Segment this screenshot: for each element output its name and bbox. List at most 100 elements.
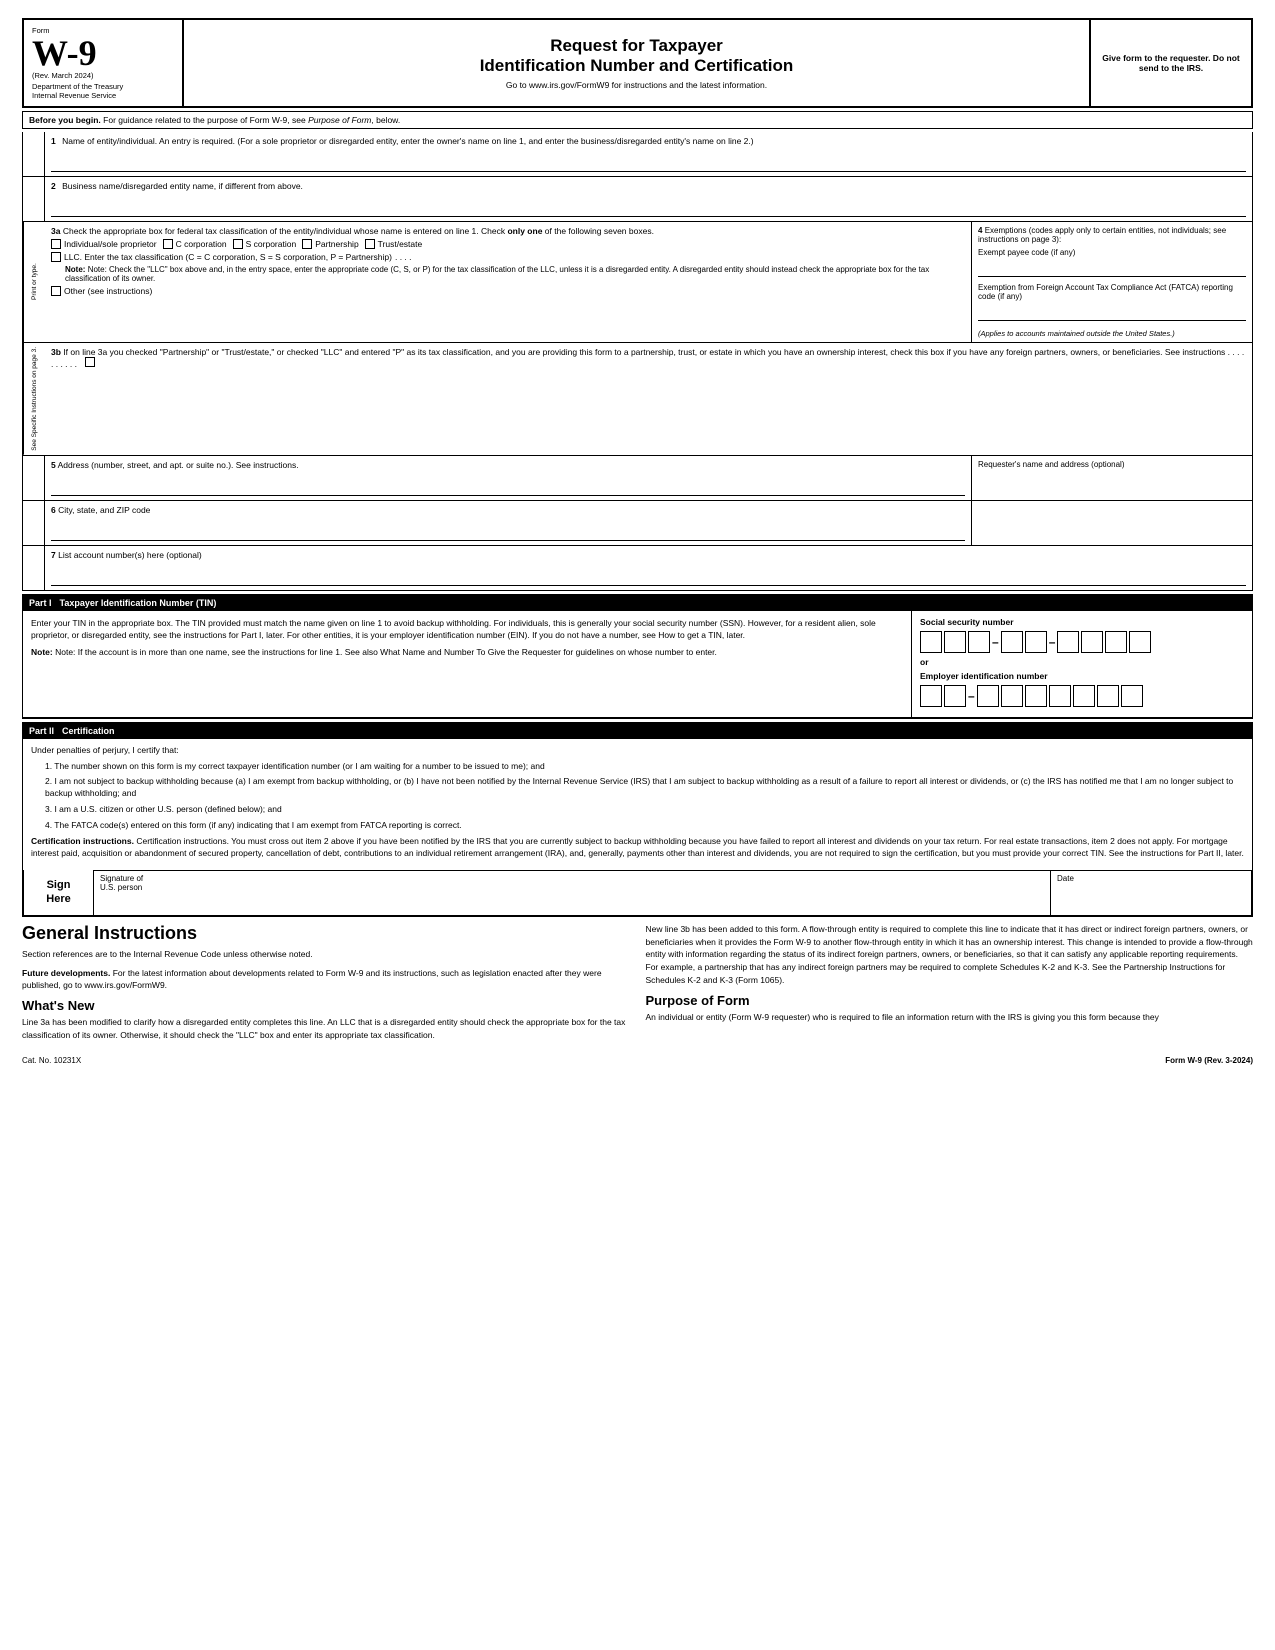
ssn-d7[interactable]	[1081, 631, 1103, 653]
field7-label: List account number(s) here (optional)	[58, 550, 202, 560]
future-dev-bold: Future developments.	[22, 968, 110, 978]
field3b-num: 3b	[51, 347, 61, 357]
irs: Internal Revenue Service	[32, 91, 174, 100]
sig-of: Signature of	[100, 874, 143, 883]
row-3b: See Specific Instructions on page 3. 3b …	[23, 343, 1252, 456]
date-line[interactable]	[1057, 883, 1245, 903]
cb-other[interactable]: Other (see instructions)	[51, 286, 152, 296]
field7-num: 7	[51, 550, 56, 560]
field1-num: 1	[51, 136, 56, 146]
gen-left: General Instructions Section references …	[22, 923, 630, 1048]
cb-individual-box[interactable]	[51, 239, 61, 249]
ein-d9[interactable]	[1121, 685, 1143, 707]
cb-scorp[interactable]: S corporation	[233, 239, 297, 249]
ein-label: Employer identification number	[920, 671, 1244, 681]
ein-d3[interactable]	[977, 685, 999, 707]
cb-ccorp[interactable]: C corporation	[163, 239, 227, 249]
before-begin: Before you begin. For guidance related t…	[22, 111, 1253, 129]
cert-instructions: Certification instructions. Certificatio…	[31, 836, 1244, 860]
ein-d8[interactable]	[1097, 685, 1119, 707]
field4-applies: (Applies to accounts maintained outside …	[978, 329, 1246, 338]
side-space-6	[23, 501, 45, 545]
field1-input[interactable]	[51, 148, 1246, 172]
general-section: General Instructions Section references …	[22, 923, 1253, 1048]
field5-requester: Requester's name and address (optional)	[972, 456, 1252, 500]
whats-new-title: What's New	[22, 998, 630, 1013]
field4-exempt-input[interactable]	[978, 259, 1246, 277]
field4-fatca-input[interactable]	[978, 303, 1246, 321]
ssn-d3[interactable]	[968, 631, 990, 653]
ein-d7[interactable]	[1073, 685, 1095, 707]
part1-header: Part I Taxpayer Identification Number (T…	[23, 595, 1252, 611]
field3a-area: 3a Check the appropriate box for federal…	[45, 222, 972, 342]
ssn-d6[interactable]	[1057, 631, 1079, 653]
signature-line[interactable]	[100, 892, 1044, 912]
cb-llc-box[interactable]	[51, 252, 61, 262]
ssn-d8[interactable]	[1105, 631, 1127, 653]
sign-fields: Signature of U.S. person Date	[94, 870, 1251, 915]
tin-right: Social security number – – or Employer i…	[912, 611, 1252, 717]
page: Form W-9 (Rev. March 2024) Department of…	[0, 0, 1275, 1650]
row-3a-4: Print or type. 3a Check the appropriate …	[23, 222, 1252, 343]
ein-d5[interactable]	[1025, 685, 1047, 707]
note-label: Note:	[65, 265, 85, 274]
part1-title: Taxpayer Identification Number (TIN)	[60, 598, 217, 608]
ssn-d9[interactable]	[1129, 631, 1151, 653]
row-1: 1 Name of entity/individual. An entry is…	[23, 132, 1252, 177]
cb-trust-label: Trust/estate	[378, 239, 423, 249]
cb-partnership[interactable]: Partnership	[302, 239, 358, 249]
cb-ccorp-box[interactable]	[163, 239, 173, 249]
ssn-d1[interactable]	[920, 631, 942, 653]
ssn-d5[interactable]	[1025, 631, 1047, 653]
cb-other-box[interactable]	[51, 286, 61, 296]
field2-input[interactable]	[51, 193, 1246, 217]
whats-new-body: Line 3a has been modified to clarify how…	[22, 1016, 630, 1042]
ssn-d4[interactable]	[1001, 631, 1023, 653]
form-title-block: Request for Taxpayer Identification Numb…	[184, 20, 1091, 106]
subtitle: Go to www.irs.gov/FormW9 for instruction…	[194, 80, 1079, 90]
field1-label: Name of entity/individual. An entry is r…	[62, 136, 754, 146]
field3a-num: 3a	[51, 226, 60, 236]
field6-requester-space	[972, 501, 1252, 545]
field6-area: 6 City, state, and ZIP code	[45, 501, 972, 545]
cert-item2: 2. I am not subject to backup withholdin…	[45, 776, 1244, 800]
ssn-d2[interactable]	[944, 631, 966, 653]
field6-label: City, state, and ZIP code	[58, 505, 150, 515]
field7-input[interactable]	[51, 562, 1246, 586]
field4-num: 4	[978, 226, 982, 235]
cb-trust-box[interactable]	[365, 239, 375, 249]
signature-field[interactable]: Signature of U.S. person	[94, 871, 1051, 915]
date-field[interactable]: Date	[1051, 871, 1251, 915]
cert-body: Under penalties of perjury, I certify th…	[23, 739, 1252, 870]
cert-items: 1. The number shown on this form is my c…	[45, 761, 1244, 832]
cb-individual[interactable]: Individual/sole proprietor	[51, 239, 157, 249]
cb-scorp-box[interactable]	[233, 239, 243, 249]
part1-box: Part I Taxpayer Identification Number (T…	[22, 594, 1253, 719]
field3b-checkbox[interactable]	[85, 357, 95, 367]
field4-fatca-label: Exemption from Foreign Account Tax Compl…	[978, 283, 1233, 301]
ein-d6[interactable]	[1049, 685, 1071, 707]
ein-d2[interactable]	[944, 685, 966, 707]
field6-input[interactable]	[51, 517, 965, 541]
ein-d1[interactable]	[920, 685, 942, 707]
field4-area: 4 Exemptions (codes apply only to certai…	[972, 222, 1252, 342]
checkbox-row-llc: LLC. Enter the tax classification (C = C…	[51, 252, 965, 262]
sign-word: Sign	[46, 878, 70, 892]
part1-label: Part I	[29, 598, 52, 608]
purpose-title: Purpose of Form	[646, 993, 1254, 1008]
cert-instructions-label: Certification instructions.	[31, 836, 134, 846]
cb-ccorp-label: C corporation	[176, 239, 227, 249]
cb-partnership-box[interactable]	[302, 239, 312, 249]
side-label-see: See Specific Instructions on page 3.	[23, 343, 45, 455]
field5-input[interactable]	[51, 472, 965, 496]
field3b-checkbox-inline[interactable]	[85, 359, 95, 369]
row-6: 6 City, state, and ZIP code	[23, 501, 1252, 546]
ein-d4[interactable]	[1001, 685, 1023, 707]
footer: Cat. No. 10231X Form W-9 (Rev. 3-2024)	[22, 1056, 1253, 1065]
cb-llc-dots: . . . .	[395, 252, 412, 262]
field2-label: Business name/disregarded entity name, i…	[62, 181, 303, 191]
cb-trust[interactable]: Trust/estate	[365, 239, 423, 249]
ein-boxes: –	[920, 685, 1244, 707]
cb-llc[interactable]: LLC. Enter the tax classification (C = C…	[51, 252, 412, 262]
purpose-body: An individual or entity (Form W-9 reques…	[646, 1011, 1254, 1024]
